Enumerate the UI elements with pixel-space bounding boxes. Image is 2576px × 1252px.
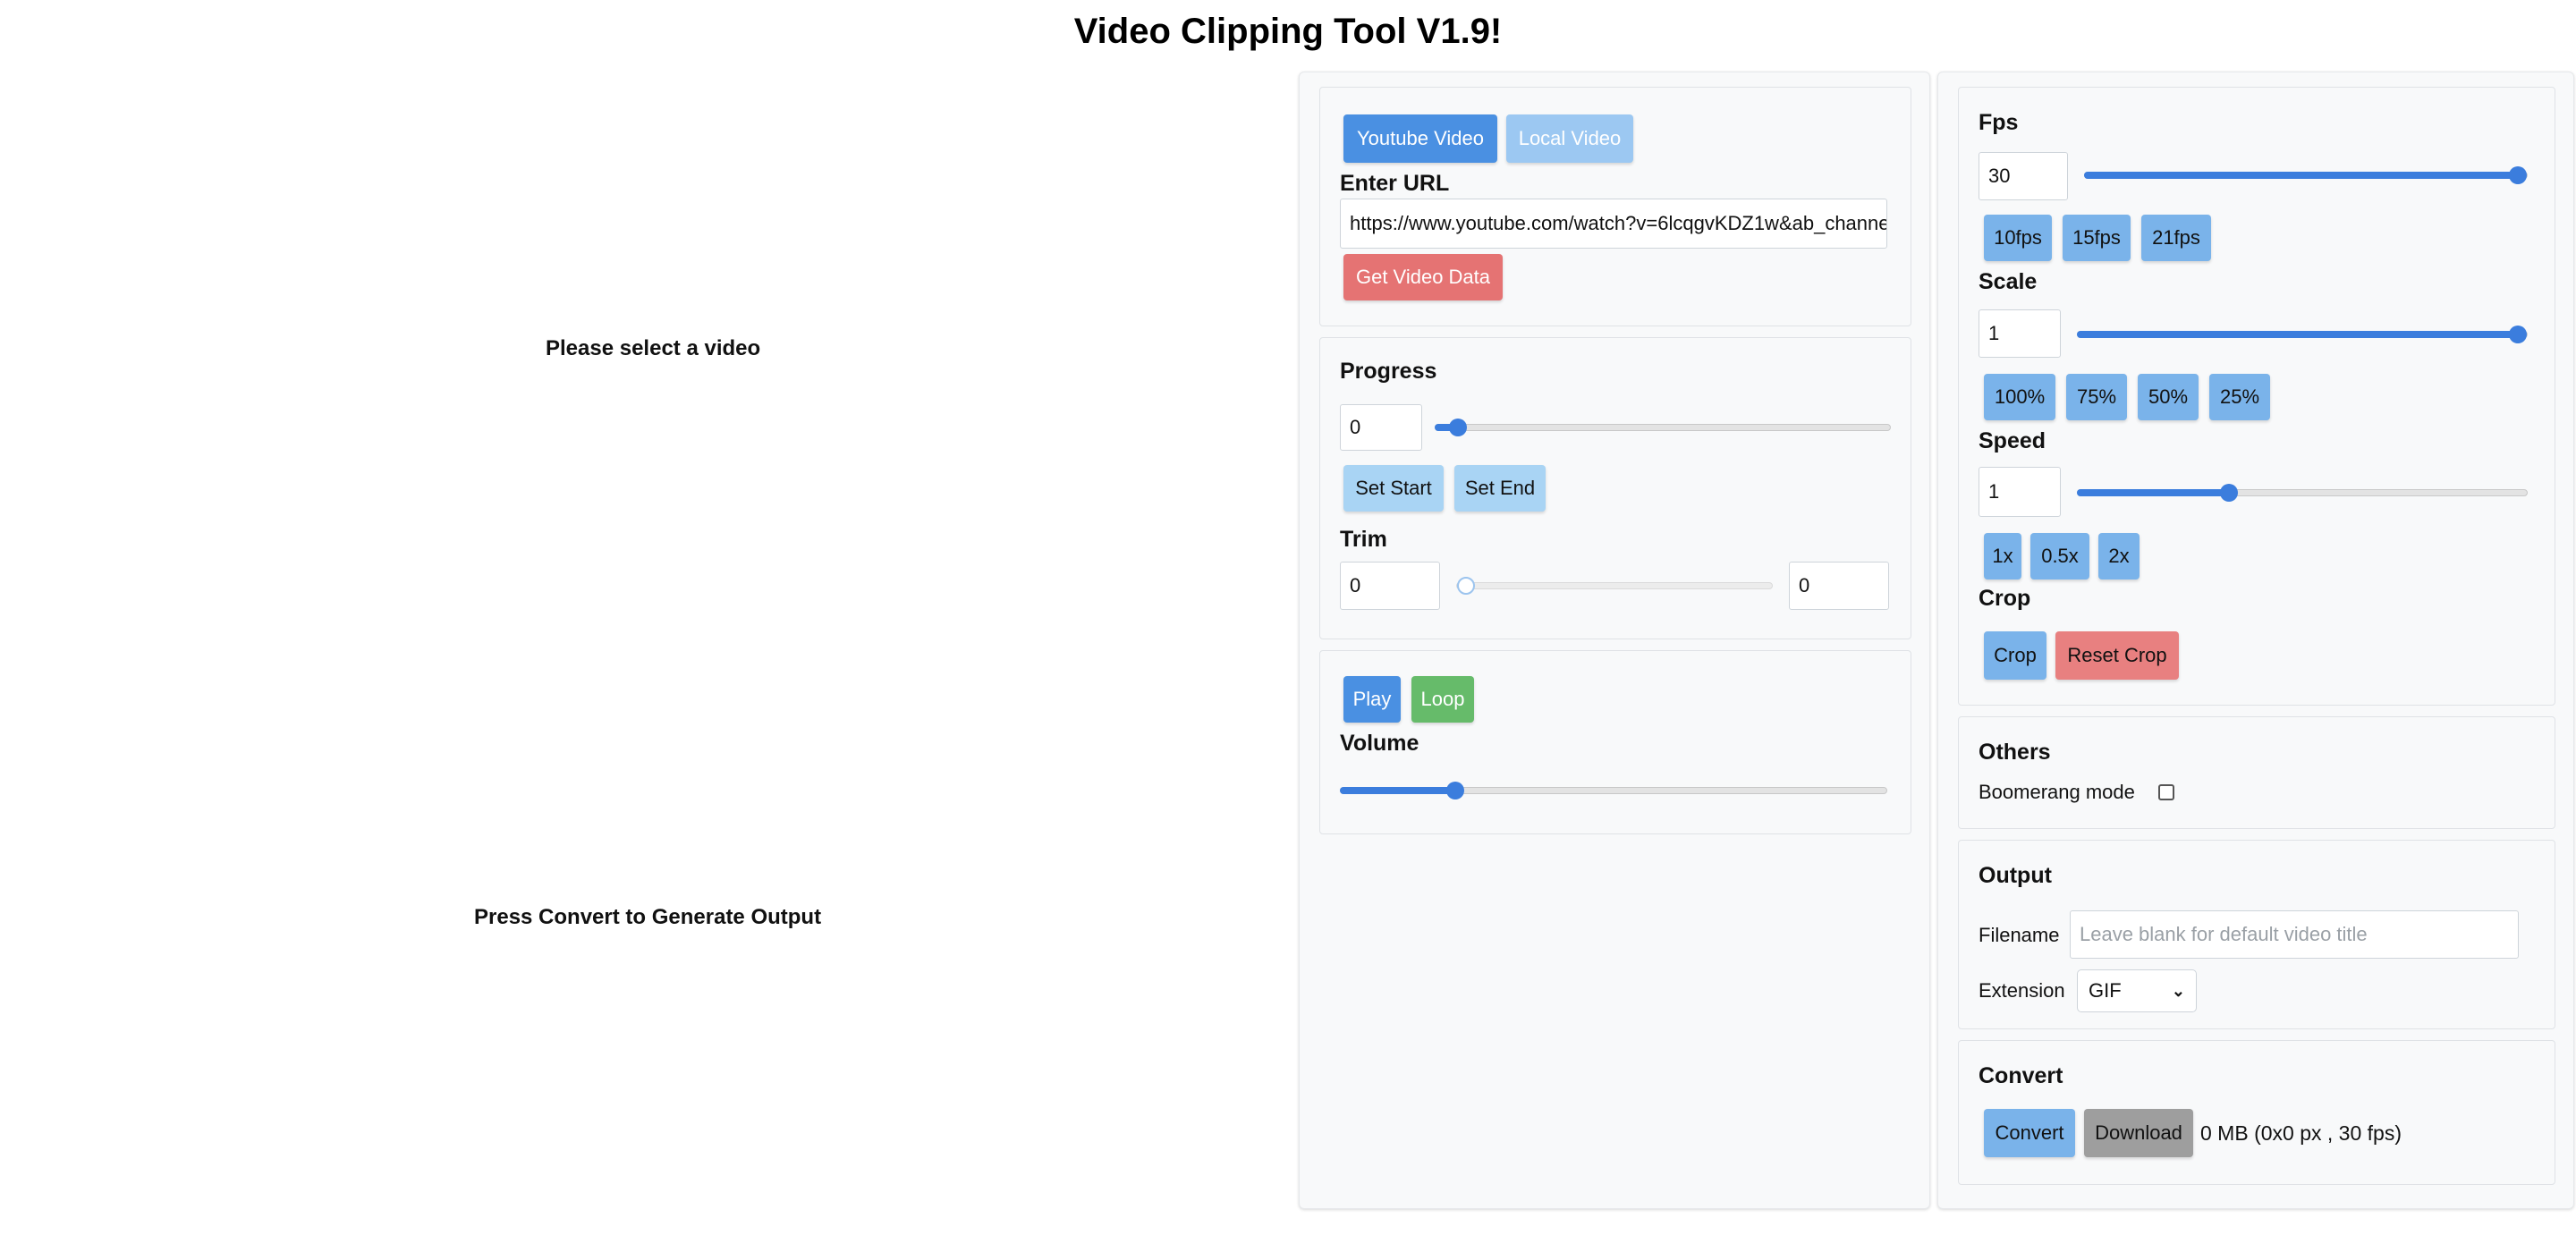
- trim-label: Trim: [1340, 527, 1387, 552]
- volume-slider-thumb[interactable]: [1446, 782, 1464, 799]
- crop-label: Crop: [1979, 586, 2031, 611]
- select-video-message: Please select a video: [546, 336, 761, 360]
- scale-100-button[interactable]: 100%: [1984, 374, 2055, 420]
- progress-slider[interactable]: [1435, 419, 1891, 436]
- scale-input[interactable]: 1: [1979, 309, 2061, 358]
- page-title: Video Clipping Tool V1.9!: [1073, 12, 1503, 51]
- fps-slider-thumb[interactable]: [2509, 166, 2527, 184]
- chevron-down-icon: ⌄: [2171, 981, 2185, 1000]
- crop-button[interactable]: Crop: [1984, 631, 2046, 680]
- fps-15-button[interactable]: 15fps: [2063, 215, 2131, 261]
- scale-label: Scale: [1979, 269, 2038, 294]
- progress-panel: Progress 0 Set Start Set End Trim 0 0: [1319, 337, 1911, 639]
- trim-slider-thumb[interactable]: [1457, 577, 1475, 595]
- trim-end-input[interactable]: 0: [1789, 562, 1889, 610]
- convert-label: Convert: [1979, 1063, 2063, 1088]
- others-label: Others: [1979, 740, 2051, 765]
- progress-input[interactable]: 0: [1340, 404, 1422, 451]
- speed-slider[interactable]: [2077, 484, 2528, 502]
- set-end-button[interactable]: Set End: [1454, 465, 1546, 512]
- playback-panel: Play Loop Volume: [1319, 650, 1911, 834]
- scale-25-button[interactable]: 25%: [2209, 374, 2270, 420]
- filename-label: Filename: [1979, 924, 2060, 946]
- others-panel: Others Boomerang mode: [1958, 716, 2555, 829]
- loop-button[interactable]: Loop: [1411, 676, 1474, 723]
- speed-input[interactable]: 1: [1979, 467, 2061, 517]
- trim-start-input[interactable]: 0: [1340, 562, 1440, 610]
- speed-1x-button[interactable]: 1x: [1984, 533, 2021, 579]
- fps-label: Fps: [1979, 110, 2019, 135]
- fps-21-button[interactable]: 21fps: [2141, 215, 2211, 261]
- controls-column: Youtube Video Local Video Enter URL http…: [1299, 72, 1930, 1209]
- scale-75-button[interactable]: 75%: [2066, 374, 2127, 420]
- settings-column: Fps 30 10fps 15fps 21fps Scale 1 100% 75…: [1937, 72, 2574, 1209]
- url-input[interactable]: https://www.youtube.com/watch?v=6lcqgvKD…: [1340, 199, 1887, 249]
- convert-panel: Convert Convert Download 0 MB (0x0 px , …: [1958, 1040, 2555, 1185]
- trim-slider[interactable]: [1456, 577, 1773, 595]
- output-size-info: 0 MB (0x0 px , 30 fps): [2200, 1121, 2402, 1145]
- scale-slider[interactable]: [2077, 326, 2528, 343]
- volume-slider[interactable]: [1340, 782, 1887, 799]
- filename-input[interactable]: Leave blank for default video title: [2070, 910, 2519, 959]
- get-video-data-button[interactable]: Get Video Data: [1343, 254, 1503, 300]
- url-label: Enter URL: [1340, 171, 1450, 196]
- output-message: Press Convert to Generate Output: [474, 905, 822, 929]
- fps-10-button[interactable]: 10fps: [1984, 215, 2052, 261]
- convert-button[interactable]: Convert: [1984, 1109, 2075, 1157]
- fps-slider[interactable]: [2084, 166, 2528, 184]
- set-start-button[interactable]: Set Start: [1343, 465, 1444, 512]
- extension-label: Extension: [1979, 979, 2065, 1002]
- reset-crop-button[interactable]: Reset Crop: [2055, 631, 2179, 680]
- output-panel: Output Filename Leave blank for default …: [1958, 840, 2555, 1029]
- speed-slider-thumb[interactable]: [2220, 484, 2239, 502]
- encoding-panel: Fps 30 10fps 15fps 21fps Scale 1 100% 75…: [1958, 87, 2555, 706]
- extension-select[interactable]: GIF ⌄: [2077, 969, 2197, 1012]
- fps-input[interactable]: 30: [1979, 152, 2068, 200]
- source-panel: Youtube Video Local Video Enter URL http…: [1319, 87, 1911, 326]
- local-video-tab[interactable]: Local Video: [1506, 114, 1633, 163]
- progress-slider-thumb[interactable]: [1448, 419, 1467, 436]
- play-button[interactable]: Play: [1343, 676, 1401, 723]
- youtube-video-tab[interactable]: Youtube Video: [1343, 114, 1497, 163]
- speed-2x-button[interactable]: 2x: [2098, 533, 2140, 579]
- volume-label: Volume: [1340, 731, 1419, 756]
- boomerang-checkbox[interactable]: [2158, 784, 2174, 800]
- progress-label: Progress: [1340, 359, 1437, 384]
- scale-50-button[interactable]: 50%: [2138, 374, 2199, 420]
- download-button[interactable]: Download: [2084, 1109, 2193, 1157]
- speed-label: Speed: [1979, 428, 2046, 453]
- output-label: Output: [1979, 863, 2052, 888]
- scale-slider-thumb[interactable]: [2509, 326, 2527, 343]
- speed-05x-button[interactable]: 0.5x: [2030, 533, 2089, 579]
- extension-value: GIF: [2089, 979, 2122, 1002]
- boomerang-label: Boomerang mode: [1979, 781, 2135, 803]
